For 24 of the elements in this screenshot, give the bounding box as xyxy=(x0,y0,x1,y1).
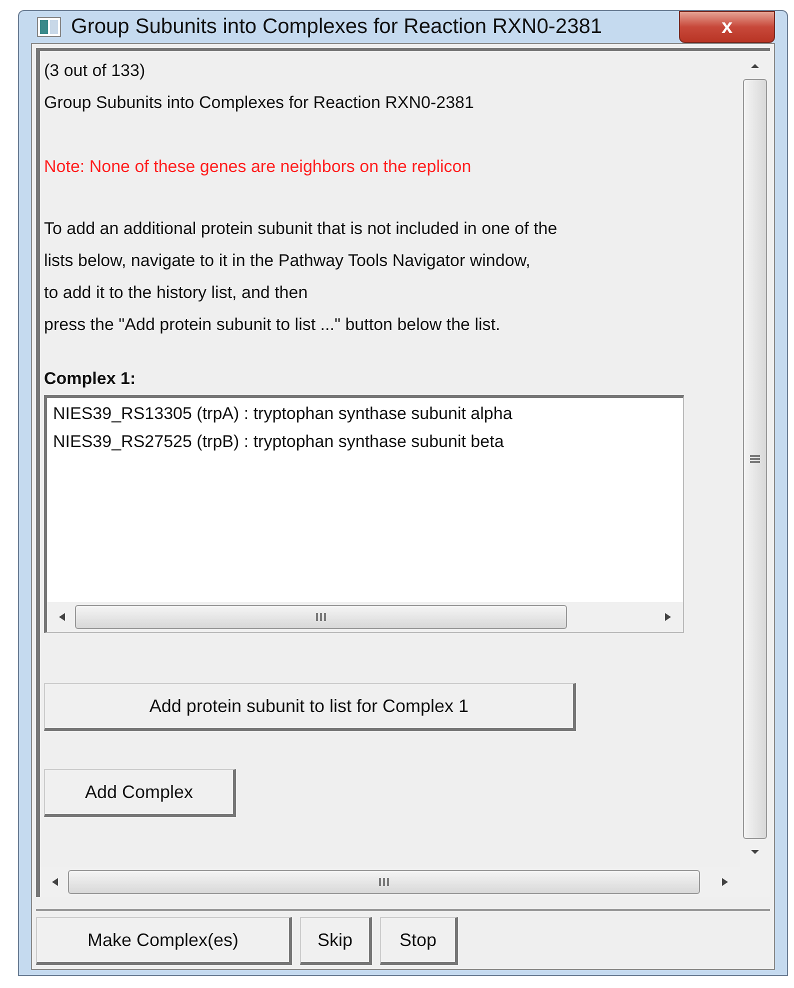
scroll-left-icon[interactable] xyxy=(57,612,67,622)
subunit-item[interactable]: NIES39_RS27525 (trpB) : tryptophan synthase subunit beta xyxy=(53,428,677,456)
scroll-thumb[interactable] xyxy=(743,79,767,839)
window-icon xyxy=(37,17,61,37)
note-text: Note: None of these genes are neighbors on the replicon xyxy=(44,156,472,178)
scroll-thumb[interactable] xyxy=(68,870,700,894)
scroll-right-icon[interactable] xyxy=(663,612,673,622)
message-text: Group Subunits into Complexes for Reaction RXN0-2381 xyxy=(44,92,475,114)
add-complex-button[interactable]: Add Complex xyxy=(44,769,236,817)
complex-label: Complex 1: xyxy=(44,368,137,390)
scroll-thumb[interactable] xyxy=(75,605,567,629)
add-subunit-button[interactable]: Add protein subunit to list for Complex 1 xyxy=(44,683,576,731)
footer-button[interactable]: Stop xyxy=(380,917,458,965)
footer-button[interactable]: Make Complex(es) xyxy=(36,917,292,965)
instructions-text: To add an additional protein subunit that is not included in one of the lists below, navigate to it in the Pathway Tools Navigator window, to add it to the history list, and then press the "Add protein subunit to list ..." button below the list. xyxy=(44,218,558,336)
message-text: (3 out of 133) xyxy=(44,60,146,82)
scroll-up-icon[interactable] xyxy=(750,61,760,71)
window-title: Group Subunits into Complexes for Reaction RXN0-2381 xyxy=(71,15,604,39)
subunit-item[interactable]: NIES39_RS13305 (trpA) : tryptophan synthase subunit alpha xyxy=(53,400,677,428)
scroll-down-icon[interactable] xyxy=(750,847,760,857)
footer-button[interactable]: Skip xyxy=(300,917,372,965)
close-button[interactable]: x xyxy=(679,11,775,43)
scroll-left-icon[interactable] xyxy=(50,877,60,887)
scroll-right-icon[interactable] xyxy=(720,877,730,887)
